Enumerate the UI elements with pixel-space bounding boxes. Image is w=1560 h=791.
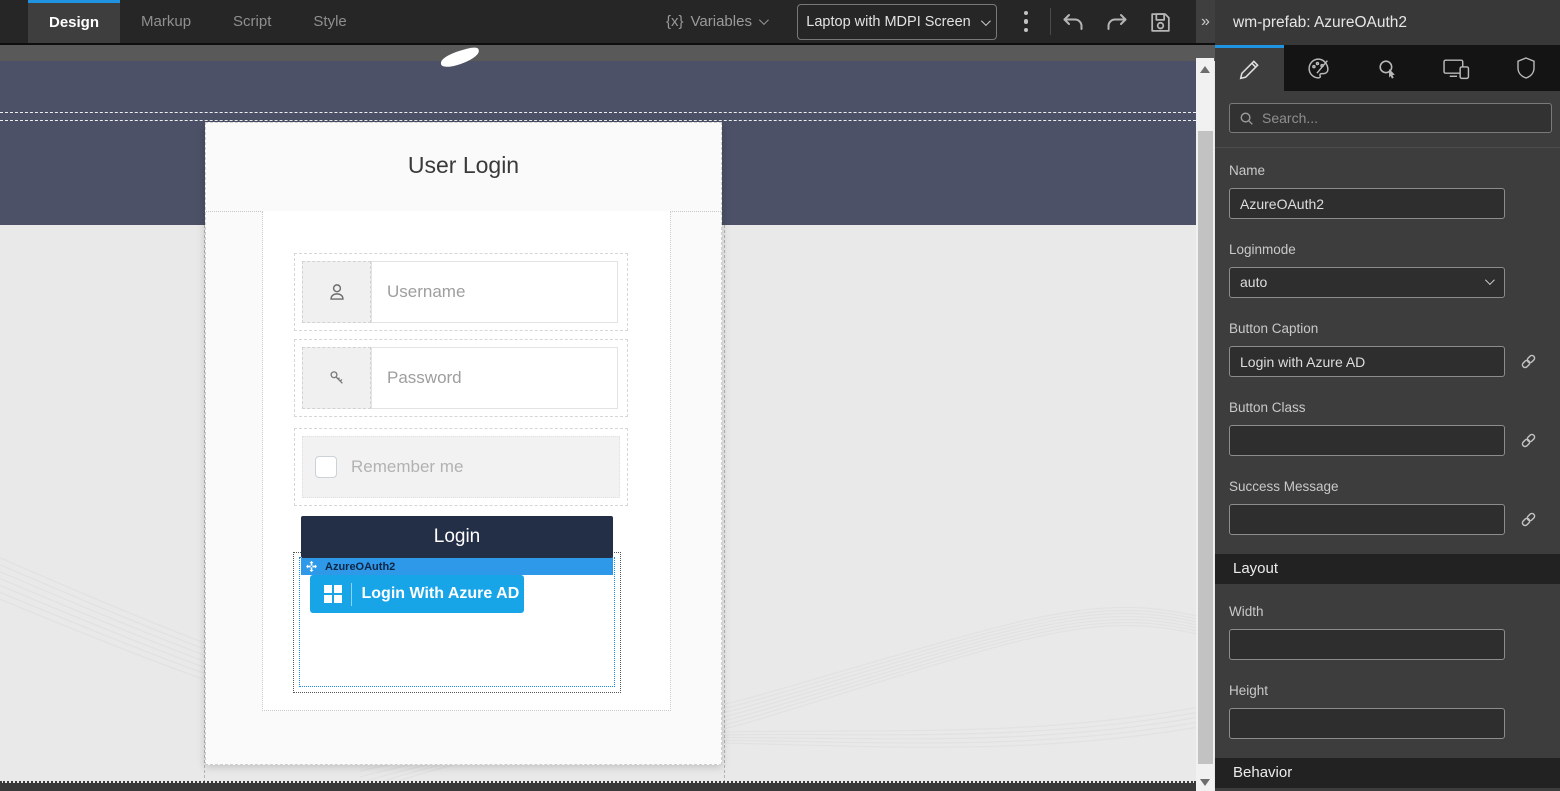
tab-devices[interactable]: [1422, 45, 1491, 91]
selection-outline-top: [0, 112, 1196, 113]
search-icon: [1239, 111, 1254, 126]
height-label: Height: [1229, 683, 1546, 698]
pencil-icon: [1238, 58, 1261, 81]
tab-markup[interactable]: Markup: [120, 0, 212, 43]
loginmode-label: Loginmode: [1229, 242, 1546, 257]
remember-me-checkbox[interactable]: [315, 456, 337, 478]
tab-styles[interactable]: [1284, 45, 1353, 91]
scroll-down-icon[interactable]: [1200, 779, 1210, 786]
chevron-down-icon: [1485, 275, 1495, 285]
link-icon[interactable]: [1520, 432, 1537, 449]
login-button[interactable]: Login: [301, 516, 613, 558]
success-message-field[interactable]: [1229, 504, 1505, 535]
prefab-selection-label: AzureOAuth2: [325, 561, 395, 573]
azure-login-button[interactable]: Login With Azure AD: [310, 575, 524, 613]
password-form-group[interactable]: [294, 339, 628, 417]
name-label: Name: [1229, 163, 1546, 178]
devices-icon: [1443, 57, 1470, 80]
palette-icon: [1306, 56, 1331, 81]
remember-me-box: Remember me: [302, 436, 620, 498]
variables-label: Variables: [691, 13, 752, 30]
width-label: Width: [1229, 604, 1546, 619]
save-icon[interactable]: [1145, 8, 1175, 36]
remember-me-label: Remember me: [351, 457, 463, 477]
button-caption-field[interactable]: [1229, 346, 1505, 377]
windows-icon: [324, 585, 342, 603]
layout-guide-right: [724, 225, 725, 783]
azure-button-label: Login With Azure AD: [362, 585, 520, 603]
canvas-top-strip: [0, 45, 1215, 61]
properties-panel: wm-prefab: AzureOAuth2 Name Loginmode au…: [1215, 0, 1560, 791]
user-icon: [302, 261, 371, 323]
password-input[interactable]: [371, 347, 618, 409]
loginmode-select[interactable]: auto: [1229, 267, 1505, 298]
height-field[interactable]: [1229, 708, 1505, 739]
page-title: User Login: [206, 123, 721, 179]
behavior-section-header[interactable]: Behavior: [1215, 758, 1560, 788]
key-icon: [302, 347, 371, 409]
shield-icon: [1515, 56, 1537, 80]
remember-me-group: Remember me: [294, 428, 628, 506]
button-divider: [351, 583, 352, 606]
variables-brace-icon: {x}: [666, 13, 684, 30]
scrollbar-thumb[interactable]: [1198, 131, 1213, 764]
device-selector-label: Laptop with MDPI Screen: [806, 14, 970, 30]
tab-security[interactable]: [1491, 45, 1560, 91]
search-input[interactable]: [1262, 110, 1542, 126]
move-icon[interactable]: [306, 561, 317, 572]
button-class-label: Button Class: [1229, 400, 1546, 415]
scroll-up-icon[interactable]: [1200, 66, 1210, 73]
device-selector[interactable]: Laptop with MDPI Screen: [797, 4, 997, 40]
canvas-bottom-bar: [0, 783, 1196, 791]
username-form-group[interactable]: [294, 253, 628, 331]
username-input[interactable]: [371, 261, 618, 323]
inspect-icon: [1375, 56, 1400, 81]
loginmode-value: auto: [1240, 274, 1267, 290]
design-canvas: User Login Remember me: [0, 45, 1215, 791]
chevron-down-icon: [981, 16, 991, 26]
panel-title: wm-prefab: AzureOAuth2: [1215, 0, 1560, 45]
login-card[interactable]: User Login Remember me: [205, 122, 722, 765]
tab-style[interactable]: Style: [292, 0, 367, 43]
width-field[interactable]: [1229, 629, 1505, 660]
toolbar-divider: [1050, 8, 1051, 35]
tab-events[interactable]: [1353, 45, 1422, 91]
button-class-field[interactable]: [1229, 425, 1505, 456]
name-field[interactable]: [1229, 188, 1505, 219]
tab-script[interactable]: Script: [212, 0, 292, 43]
more-options-kebab-icon[interactable]: [1016, 0, 1036, 43]
variables-menu[interactable]: {x} Variables: [666, 0, 766, 43]
link-icon[interactable]: [1520, 353, 1537, 370]
undo-icon[interactable]: [1058, 8, 1088, 36]
button-caption-label: Button Caption: [1229, 321, 1546, 336]
panel-tabs: [1215, 45, 1560, 91]
tab-properties[interactable]: [1215, 45, 1284, 91]
collapse-panel-icon[interactable]: »: [1196, 0, 1215, 43]
redo-icon[interactable]: [1102, 8, 1132, 36]
success-message-label: Success Message: [1229, 479, 1546, 494]
property-search[interactable]: [1229, 103, 1552, 133]
layout-section-header[interactable]: Layout: [1215, 554, 1560, 584]
link-icon[interactable]: [1520, 511, 1537, 528]
login-form-panel[interactable]: Remember me Login AzureOAuth2 Login With…: [262, 211, 671, 711]
prefab-selection-bar[interactable]: AzureOAuth2: [301, 558, 613, 575]
selection-outline-inner: [0, 120, 1196, 121]
tab-design[interactable]: Design: [28, 0, 120, 43]
top-toolbar: Design Markup Script Style {x} Variables…: [0, 0, 1215, 45]
canvas-scrollbar[interactable]: [1196, 58, 1214, 791]
panel-divider: [1215, 147, 1560, 148]
panel-body: Name Loginmode auto Button Caption Butto…: [1215, 103, 1560, 788]
